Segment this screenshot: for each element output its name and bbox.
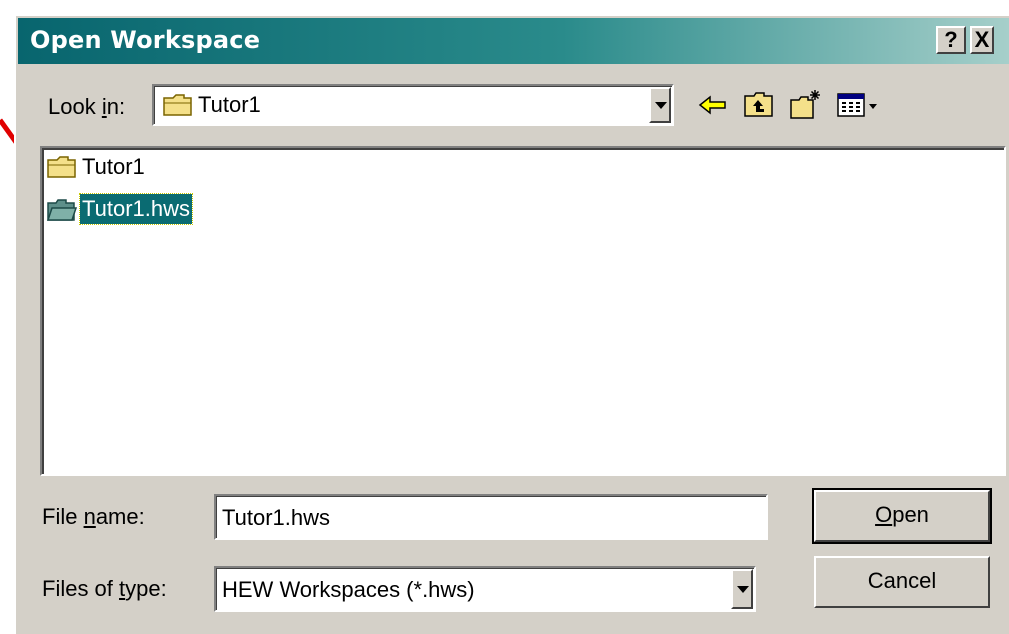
list-item-selected[interactable]: Tutor1.hws bbox=[46, 193, 246, 225]
view-menu-icon[interactable] bbox=[836, 88, 880, 122]
open-workspace-dialog: Open Workspace ? X Look in: Tutor1 Tutor… bbox=[14, 14, 1009, 634]
up-one-level-icon[interactable] bbox=[742, 88, 776, 122]
back-arrow-icon[interactable] bbox=[696, 88, 730, 122]
cancel-button[interactable]: Cancel bbox=[814, 556, 990, 608]
file-name-value: Tutor1.hws bbox=[222, 505, 331, 530]
file-item-label: Tutor1.hws bbox=[78, 193, 194, 225]
title-bar[interactable]: Open Workspace ? X bbox=[18, 18, 1009, 64]
file-name-input[interactable]: Tutor1.hws bbox=[214, 494, 768, 540]
open-button[interactable]: Open bbox=[812, 488, 992, 544]
close-button[interactable]: X bbox=[970, 26, 994, 54]
dialog-title: Open Workspace bbox=[30, 26, 261, 54]
file-name-label: File name: bbox=[42, 504, 145, 529]
new-folder-icon[interactable] bbox=[788, 88, 822, 122]
folder-icon bbox=[47, 156, 76, 178]
file-type-dropdown-button[interactable] bbox=[731, 569, 753, 609]
look-in-value: Tutor1 bbox=[198, 92, 261, 117]
file-type-value: HEW Workspaces (*.hws) bbox=[222, 577, 475, 602]
file-type-label: Files of type: bbox=[42, 576, 167, 601]
list-item[interactable]: Tutor1 bbox=[46, 152, 246, 182]
workspace-file-icon bbox=[46, 199, 78, 221]
file-item-label: Tutor1 bbox=[82, 154, 145, 179]
folder-icon bbox=[163, 94, 192, 116]
file-type-dropdown[interactable]: HEW Workspaces (*.hws) bbox=[214, 566, 756, 612]
help-button[interactable]: ? bbox=[936, 26, 966, 54]
look-in-label: Look in: bbox=[48, 94, 126, 119]
look-in-dropdown[interactable]: Tutor1 bbox=[152, 84, 674, 126]
look-in-dropdown-button[interactable] bbox=[649, 87, 671, 123]
file-list[interactable]: Tutor1 Tutor1.hws bbox=[40, 146, 1006, 476]
